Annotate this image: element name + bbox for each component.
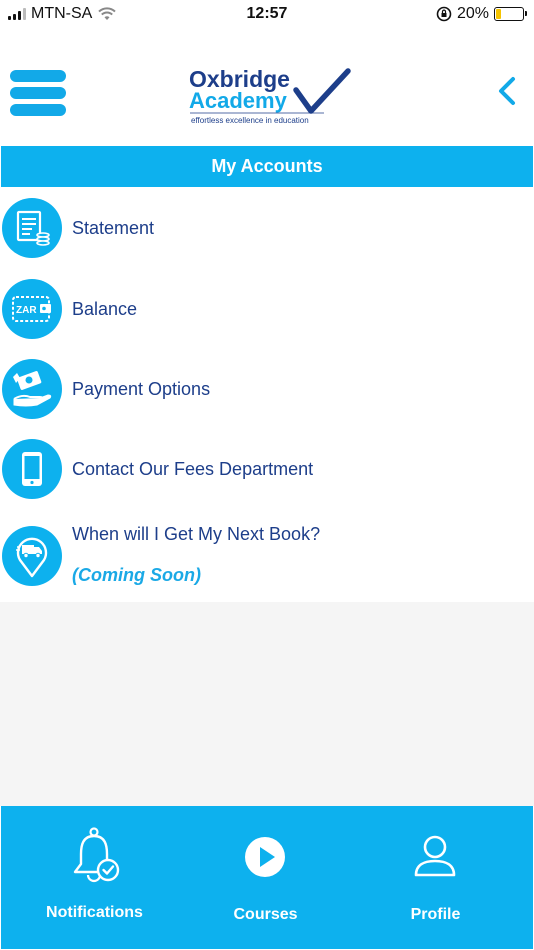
status-right: 20% [436, 5, 527, 23]
carrier-name: MTN-SA [31, 5, 93, 22]
logo-checkmark-icon [293, 68, 351, 114]
tab-notifications-label: Notifications [46, 904, 143, 921]
payment-options-item[interactable]: Payment Options [1, 359, 533, 429]
next-book-label: When will I Get My Next Book? [72, 524, 321, 544]
contact-fees-item[interactable]: Contact Our Fees Department [1, 439, 533, 509]
battery-icon [494, 7, 527, 21]
accounts-menu-list: Statement ZAR Balance Payment Options Co… [1, 188, 533, 602]
next-book-item[interactable]: When will I Get My Next Book? (Coming So… [1, 519, 533, 599]
app-header: Oxbridge Academy effortless excellence i… [0, 30, 534, 145]
mobile-phone-icon [2, 439, 62, 499]
coming-soon-label: (Coming Soon) [72, 565, 201, 585]
wallet-zar-icon: ZAR [2, 279, 62, 339]
balance-item[interactable]: ZAR Balance [1, 279, 533, 349]
hamburger-menu-button[interactable] [10, 70, 66, 116]
tab-profile-label: Profile [410, 906, 461, 923]
orientation-lock-icon [436, 6, 452, 22]
bottom-tab-bar: Notifications Courses Profile [1, 806, 533, 949]
play-circle-icon [245, 837, 285, 877]
empty-content-area [0, 602, 534, 806]
oxbridge-academy-logo: Oxbridge Academy effortless excellence i… [189, 66, 351, 125]
logo-line2: Academy [189, 88, 288, 113]
payment-hand-icon [2, 359, 62, 419]
balance-label: Balance [72, 299, 138, 319]
hamburger-menu-icon [10, 70, 66, 82]
chevron-left-icon [499, 77, 515, 105]
battery-level [496, 9, 502, 19]
user-icon [414, 835, 456, 877]
wallet-zar-label: ZAR [16, 305, 37, 316]
payment-options-label: Payment Options [72, 379, 211, 399]
battery-percent: 20% [456, 5, 489, 22]
section-title: My Accounts [1, 146, 533, 187]
delivery-truck-pin-icon [2, 526, 62, 586]
logo-tagline: effortless excellence in education [191, 116, 309, 125]
wifi-icon [98, 7, 117, 20]
back-button[interactable] [494, 74, 520, 108]
bell-check-icon [73, 827, 120, 883]
status-left: MTN-SA [8, 5, 117, 23]
tab-courses[interactable]: Courses [177, 806, 354, 949]
statement-document-icon [2, 198, 62, 258]
tab-profile[interactable]: Profile [347, 806, 524, 949]
status-bar: MTN-SA 12:57 20% [0, 0, 534, 30]
signal-strength-icon [8, 8, 26, 20]
contact-fees-label: Contact Our Fees Department [72, 459, 314, 479]
tab-notifications[interactable]: Notifications [6, 806, 183, 949]
statement-label: Statement [72, 218, 155, 238]
tab-courses-label: Courses [233, 906, 298, 923]
statement-item[interactable]: Statement [1, 198, 533, 268]
